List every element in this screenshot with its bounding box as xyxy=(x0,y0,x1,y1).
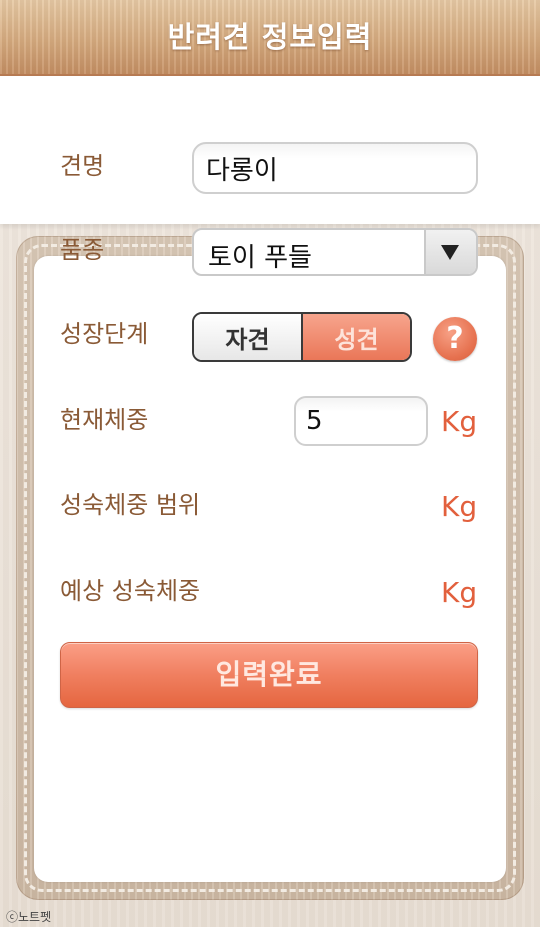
header-bar: 반려견 정보입력 xyxy=(0,0,540,76)
help-question-icon[interactable]: ? xyxy=(433,317,477,361)
breed-selected-value: 토이 푸들 xyxy=(208,243,312,273)
growth-stage-puppy[interactable]: 자견 xyxy=(194,314,303,360)
growth-stage-label: 성장단계 xyxy=(60,320,149,348)
breed-select[interactable]: 토이 푸들 xyxy=(192,228,478,276)
current-weight-unit: Kg xyxy=(441,405,478,438)
growth-stage-toggle: 자견 성견 xyxy=(192,312,412,362)
page-title: 반려견 정보입력 xyxy=(167,20,373,54)
growth-stage-adult[interactable]: 성견 xyxy=(303,314,410,360)
expected-adult-weight-label: 예상 성숙체중 xyxy=(60,577,201,605)
current-weight-input[interactable] xyxy=(294,396,428,446)
breed-label: 품종 xyxy=(60,236,105,264)
expected-adult-weight-unit: Kg xyxy=(441,576,478,609)
submit-button[interactable]: 입력완료 xyxy=(60,642,478,708)
adult-weight-range-label: 성숙체중 범위 xyxy=(60,491,201,519)
name-label: 견명 xyxy=(60,152,105,180)
name-input[interactable] xyxy=(192,142,478,194)
breed-dropdown-button[interactable] xyxy=(424,230,476,274)
watermark: ⓒ노트펫 xyxy=(6,910,52,924)
current-weight-label: 현재체중 xyxy=(60,406,149,434)
chevron-down-icon xyxy=(441,245,459,260)
adult-weight-range-unit: Kg xyxy=(441,490,478,523)
